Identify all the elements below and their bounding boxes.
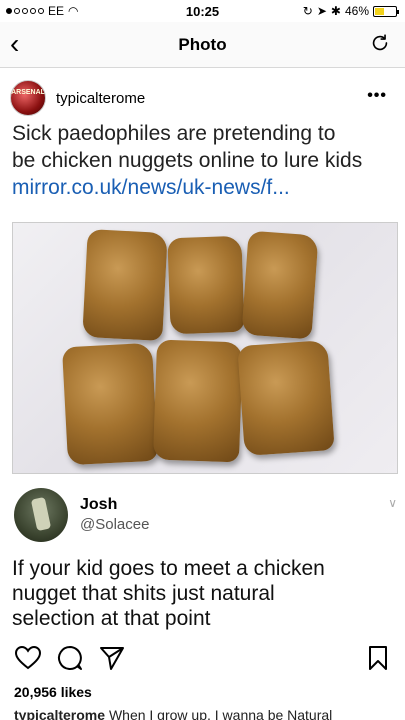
caption-line: be chicken nuggets online to lure kids <box>12 149 363 172</box>
battery-icon <box>373 5 399 17</box>
comment-text: When I grow up, I wanna be Natural <box>108 707 333 720</box>
location-icon: ➤ <box>316 4 327 18</box>
post-header: ARSENAL typicalterome ••• <box>0 78 405 122</box>
tweet-avatar <box>14 488 68 542</box>
page-title: Photo <box>178 35 227 54</box>
refresh-icon[interactable] <box>369 32 391 54</box>
likes-count[interactable]: 20,956 likes <box>14 684 92 700</box>
nugget-image <box>82 228 168 342</box>
post-username[interactable]: typicalterome <box>56 90 145 107</box>
caption-line: Sick paedophiles are pretending to <box>12 122 336 145</box>
tweet-handle: @Solacee <box>80 516 150 533</box>
tweet-text: If your kid goes to meet a chicken nugge… <box>12 556 398 630</box>
tweet-line: If your kid goes to meet a chicken <box>12 557 325 580</box>
nugget-image <box>167 235 245 335</box>
comment-username[interactable]: typicalterome <box>14 707 105 720</box>
status-right: ↻ ➤ ✱ 46% <box>302 4 399 18</box>
battery-percent: 46% <box>344 4 369 18</box>
tweet-header: Josh @Solacee ∨ <box>0 484 405 544</box>
action-bar <box>0 640 405 676</box>
heart-icon[interactable] <box>14 644 42 672</box>
bluetooth-icon: ✱ <box>330 4 341 18</box>
battery-fill <box>375 7 385 15</box>
comment-line: typicalterome When I grow up, I wanna be… <box>14 707 332 720</box>
send-icon[interactable] <box>98 644 126 672</box>
caption-block: Sick paedophiles are pretending to be ch… <box>12 120 402 201</box>
nugget-image <box>241 230 319 340</box>
comment-icon[interactable] <box>56 644 84 672</box>
tweet-line: selection at that point <box>12 607 211 630</box>
avatar-logo-text: ARSENAL <box>11 89 45 96</box>
bookmark-icon[interactable] <box>364 644 392 672</box>
nugget-image <box>237 339 335 457</box>
tweet-line: nugget that shits just natural <box>12 582 275 605</box>
avatar[interactable]: ARSENAL <box>10 80 46 116</box>
nugget-image <box>152 339 244 463</box>
more-options-icon[interactable]: ••• <box>367 87 387 105</box>
status-bar: EE ◠ 10:25 ↻ ➤ ✱ 46% <box>0 0 405 22</box>
post-photo[interactable] <box>12 222 398 474</box>
caption-link: mirror.co.uk/news/uk-news/f... <box>12 176 290 199</box>
chevron-down-icon: ∨ <box>388 496 397 510</box>
nav-bar: ‹ Photo <box>0 22 405 68</box>
nugget-image <box>61 342 159 466</box>
tweet-name: Josh <box>80 496 118 513</box>
lock-rotation-icon: ↻ <box>302 4 313 18</box>
